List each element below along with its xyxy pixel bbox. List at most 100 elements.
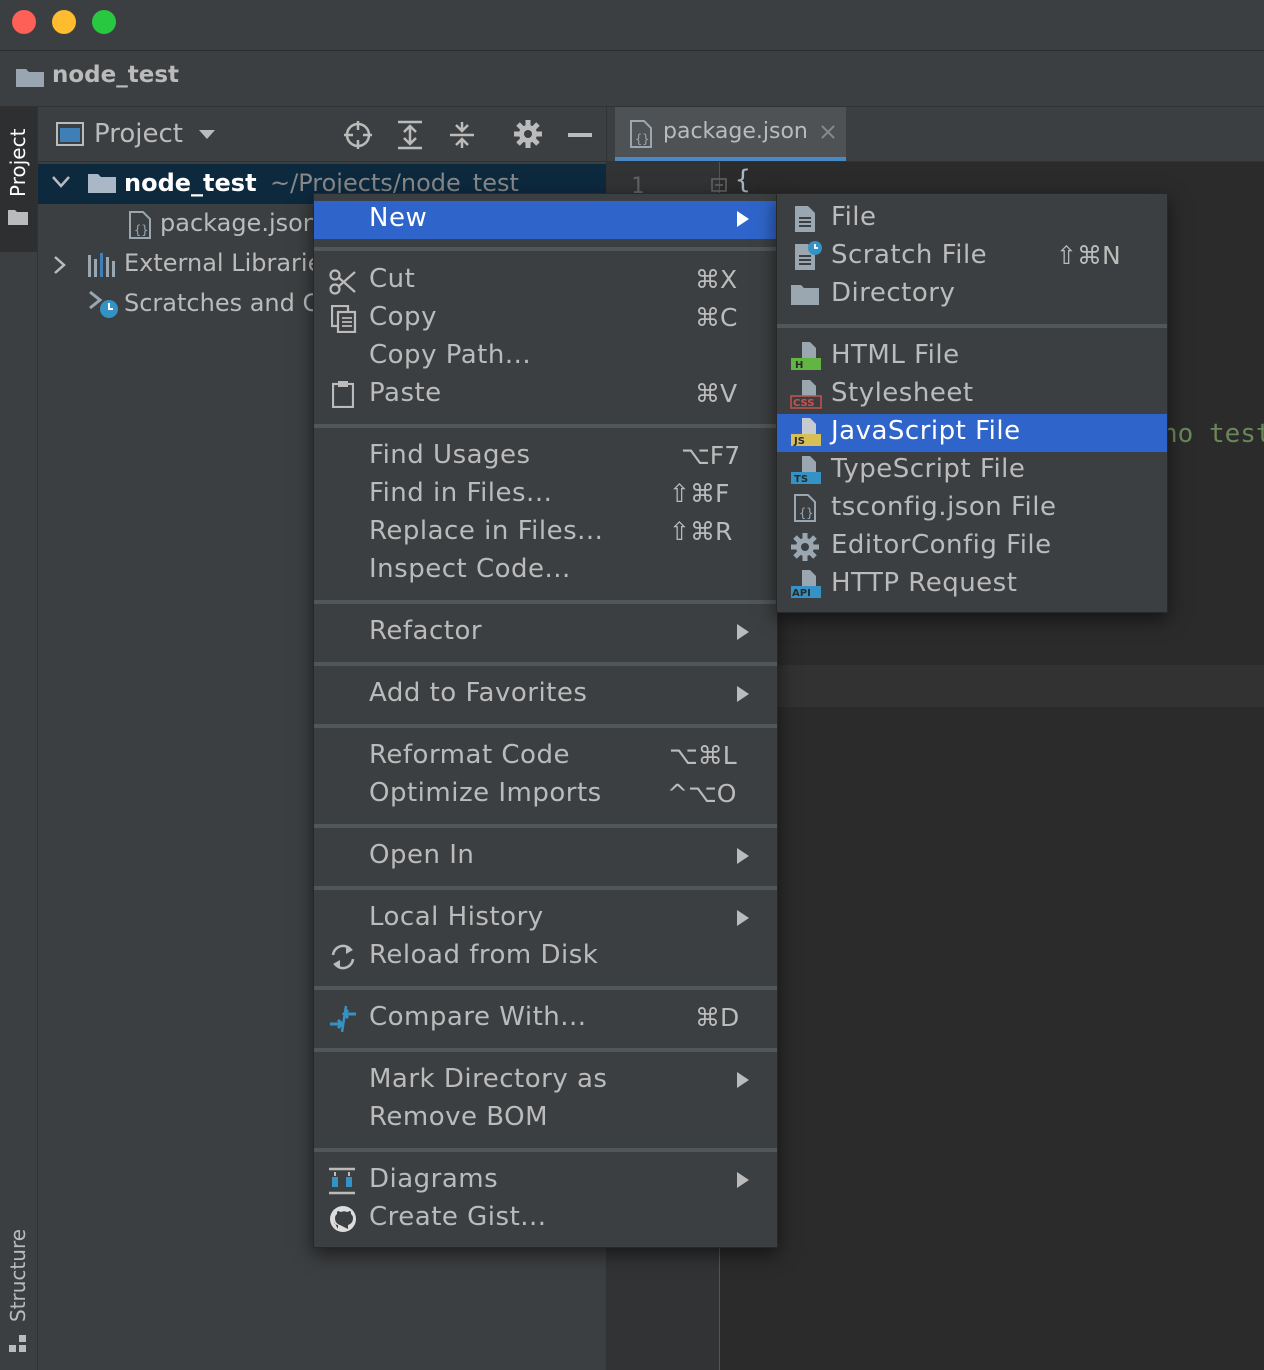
menu-item-replace-in-files[interactable]: Replace in Files... ⇧⌘R [314,514,777,552]
menu-item-add-to-favorites[interactable]: Add to Favorites [314,676,777,714]
hide-panel-icon[interactable] [568,133,592,137]
project-view-selector[interactable]: Project [94,119,183,149]
submenu-item-tsconfig-file[interactable]: {} tsconfig.json File [777,490,1167,528]
tree-item-label: package.json [160,209,319,237]
scissors-icon [329,269,356,295]
menu-item-copy[interactable]: Copy ⌘C [314,300,777,338]
menu-item-remove-bom[interactable]: Remove BOM [314,1100,777,1138]
diagram-icon [329,1167,355,1195]
menu-separator [314,724,777,728]
menu-item-refactor[interactable]: Refactor [314,614,777,652]
menu-separator [314,424,777,428]
svg-text:{}: {} [635,132,649,146]
json-file-icon: {} [129,211,151,239]
gear-icon [791,533,819,561]
tree-item-label: node_test [124,169,257,197]
breadcrumb-project[interactable]: node_test [52,62,179,88]
menu-item-compare-with[interactable]: Compare With... ⌘D [314,1000,777,1038]
menu-item-mark-directory-as[interactable]: Mark Directory as [314,1062,777,1100]
locate-icon[interactable] [343,120,373,150]
menu-item-reload-from-disk[interactable]: Reload from Disk [314,938,777,976]
svg-text:API: API [792,588,811,599]
menu-item-find-usages[interactable]: Find Usages ⌥F7 [314,438,777,476]
chevron-right-icon[interactable] [54,256,66,274]
submenu-item-stylesheet[interactable]: CSS Stylesheet [777,376,1167,414]
menu-item-inspect-code[interactable]: Inspect Code... [314,552,777,590]
github-icon [330,1206,356,1232]
libraries-icon [88,253,115,277]
compare-icon [330,1005,356,1033]
menu-item-create-gist[interactable]: Create Gist... [314,1200,777,1238]
menu-item-diagrams[interactable]: Diagrams [314,1162,777,1200]
folder-icon [16,69,44,87]
minimize-window-button[interactable] [52,10,76,34]
menu-separator [314,247,777,251]
svg-text:CSS: CSS [793,398,814,409]
menu-item-paste[interactable]: Paste ⌘V [314,376,777,414]
json-file-icon: {} [794,494,816,522]
collapse-all-icon[interactable] [448,120,476,150]
menu-separator [314,824,777,828]
menu-separator [314,600,777,604]
submenu-item-typescript-file[interactable]: TS TypeScript File [777,452,1167,490]
submenu-item-scratch-file[interactable]: Scratch File ⇧⌘N [777,238,1167,276]
gear-icon[interactable] [514,120,542,148]
navigation-bar: node_test [0,51,1264,107]
editor-tabs: {} package.json [607,107,1264,162]
submenu-item-directory[interactable]: Directory [777,276,1167,314]
menu-separator [777,324,1167,328]
tree-item-label: External Libraries [124,249,335,277]
menu-item-reformat-code[interactable]: Reformat Code ⌥⌘L [314,738,777,776]
tab-label: package.json [663,119,808,144]
menu-item-open-in[interactable]: Open In [314,838,777,876]
submenu-item-http-request[interactable]: API HTTP Request [777,566,1167,604]
submenu-item-html-file[interactable]: H HTML File [777,338,1167,376]
menu-item-local-history[interactable]: Local History [314,900,777,938]
submenu-item-editorconfig-file[interactable]: EditorConfig File [777,528,1167,566]
typescript-file-icon: TS [791,456,821,485]
menu-item-copy-path[interactable]: Copy Path... [314,338,777,376]
api-file-icon: API [791,570,821,599]
file-icon [795,206,815,232]
submenu-item-file[interactable]: File [777,200,1167,238]
menu-separator [314,1048,777,1052]
scratch-file-icon [795,241,822,270]
javascript-file-icon: JS [791,418,821,447]
tab-package-json[interactable]: {} package.json [615,107,846,161]
submenu-arrow-icon [737,624,749,640]
code-fragment[interactable]: no test [1162,419,1264,449]
menu-item-find-in-files[interactable]: Find in Files... ⇧⌘F [314,476,777,514]
folder-icon [8,210,28,225]
project-panel-header: Project [38,107,606,162]
svg-text:{}: {} [134,223,148,237]
svg-text:H: H [795,360,803,371]
svg-text:TS: TS [794,474,808,485]
structure-tool-tab[interactable]: Structure [6,1229,30,1322]
chevron-down-icon[interactable] [52,176,70,188]
chevron-down-icon[interactable] [198,129,216,141]
expand-all-icon[interactable] [396,120,424,150]
close-window-button[interactable] [12,10,36,34]
submenu-item-javascript-file[interactable]: JS JavaScript File [777,414,1167,452]
zoom-window-button[interactable] [92,10,116,34]
paste-icon [332,381,354,408]
structure-icon [9,1335,26,1352]
project-view-icon [56,122,84,146]
current-line-highlight [777,665,1264,707]
project-tool-tab[interactable]: Project [0,107,37,252]
window-title-bar [0,0,1264,51]
folder-icon [88,174,116,193]
submenu-arrow-icon [737,1072,749,1088]
menu-item-optimize-imports[interactable]: Optimize Imports ^⌥O [314,776,777,814]
css-file-icon: CSS [790,380,822,409]
code-line-1[interactable]: { [735,165,751,195]
svg-text:JS: JS [793,436,805,447]
menu-item-new[interactable]: New [314,201,777,239]
menu-separator [314,1148,777,1152]
submenu-arrow-icon [737,686,749,702]
menu-separator [314,986,777,990]
reload-icon [331,944,355,970]
submenu-arrow-icon [737,848,749,864]
menu-item-cut[interactable]: Cut ⌘X [314,262,777,300]
close-icon[interactable] [821,125,835,139]
